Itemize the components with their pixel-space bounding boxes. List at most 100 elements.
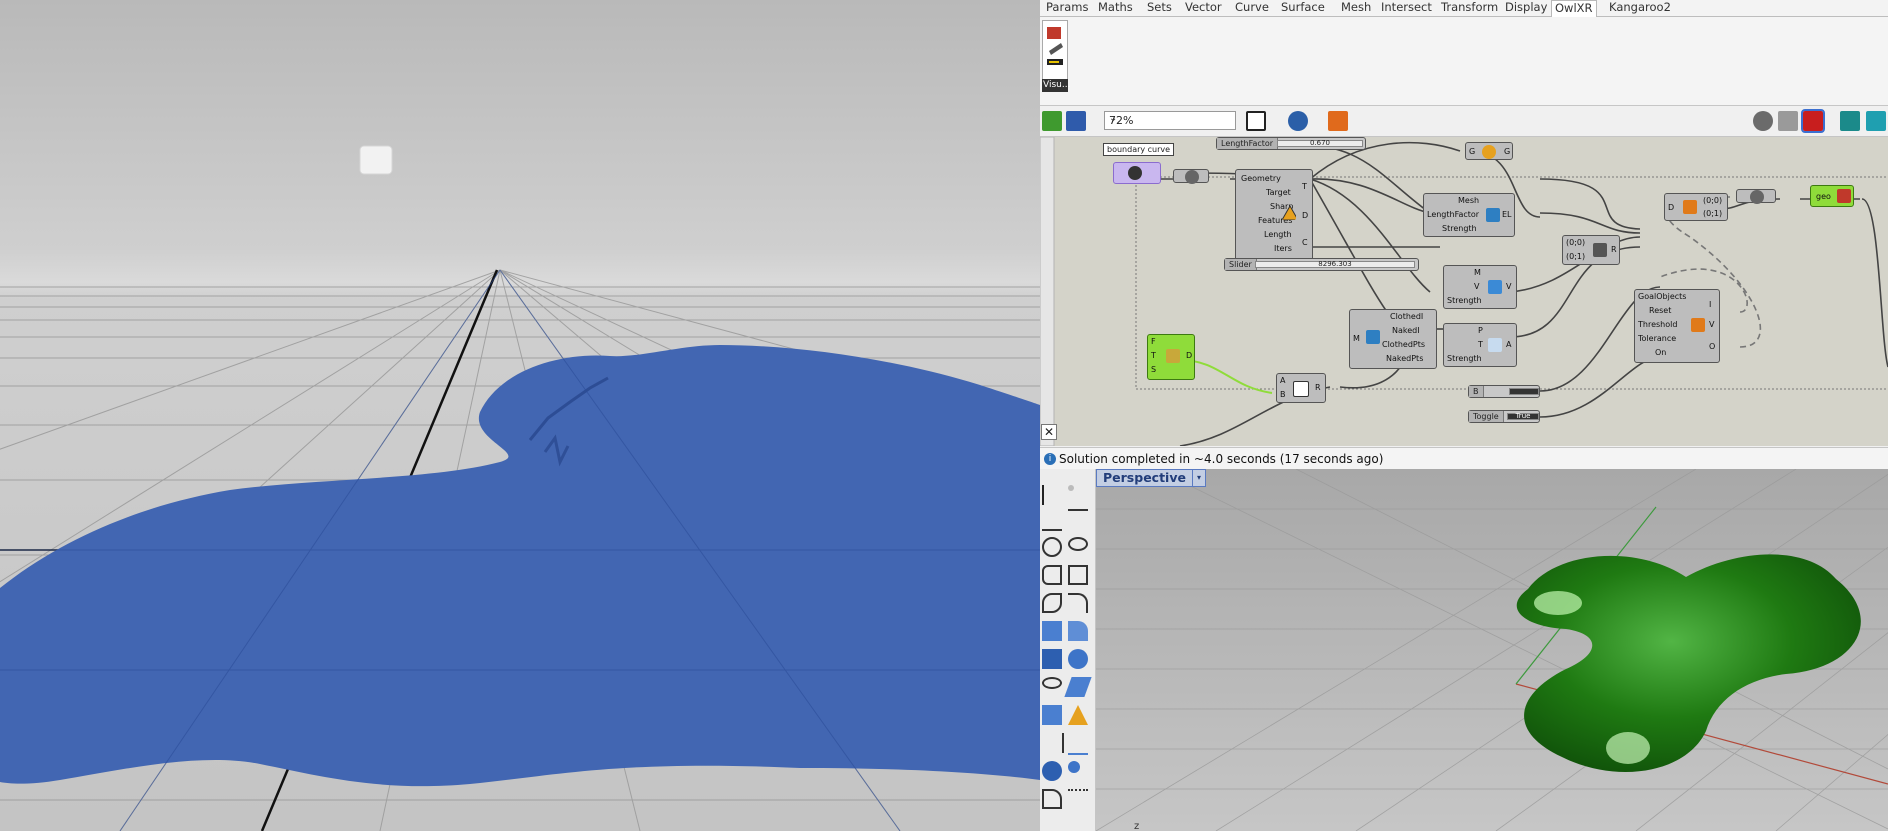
rhino-mesh-blob	[1516, 554, 1861, 772]
reset-button-label: B	[1469, 386, 1484, 397]
mesh-tools-icon[interactable]	[1042, 705, 1062, 725]
select-tool-icon[interactable]	[1042, 485, 1064, 505]
toggle-label: Toggle	[1469, 411, 1504, 422]
vr-mesh	[0, 345, 1040, 787]
boolean-tool-icon[interactable]	[1068, 649, 1088, 669]
tab-transform[interactable]: Transform	[1438, 0, 1501, 15]
main-slider[interactable]: Slider 8296.303	[1224, 258, 1419, 271]
preview-wire-icon[interactable]	[1778, 111, 1798, 131]
green-in-s: S	[1151, 365, 1157, 374]
tab-intersect[interactable]: Intersect	[1378, 0, 1435, 15]
cylinder-tool-icon[interactable]	[1042, 677, 1062, 689]
naked-out-clothedi: ClothedI	[1390, 312, 1424, 321]
anchor-icon	[1488, 338, 1502, 352]
volume-goal-component[interactable]: M V Strength V	[1443, 265, 1517, 309]
arc-tool-icon[interactable]	[1042, 565, 1062, 585]
list-item-component[interactable]: D (0;0) (0;1)	[1664, 193, 1728, 221]
zoom-extents-icon[interactable]	[1246, 111, 1266, 131]
remesher-component[interactable]: Geometry Target Sharp Features Length It…	[1235, 169, 1313, 261]
main-slider-track[interactable]: 8296.303	[1255, 261, 1415, 268]
anchor-goal-component[interactable]: P T Strength A	[1443, 323, 1517, 367]
polyline-tool-icon[interactable]	[1068, 509, 1088, 531]
tab-surface[interactable]: Surface	[1278, 0, 1328, 15]
perspective-tab[interactable]: Perspective ▾	[1096, 469, 1206, 487]
preview-eye-icon[interactable]	[1288, 111, 1308, 131]
tab-mesh[interactable]: Mesh	[1338, 0, 1374, 15]
perspective-scene: z	[1096, 469, 1888, 831]
tab-owlxr[interactable]: OwlXR	[1551, 0, 1597, 17]
circle-tool-icon[interactable]	[1042, 537, 1062, 557]
remesher-out-t: T	[1302, 182, 1307, 191]
align-tool-icon[interactable]	[1068, 733, 1088, 755]
gg-component[interactable]: G G	[1465, 142, 1513, 160]
reset-button-face[interactable]	[1509, 388, 1539, 395]
analyze-tool-icon[interactable]	[1042, 761, 1062, 781]
naked-vertices-component[interactable]: M ClothedI NakedI ClothedPts NakedPts	[1349, 309, 1437, 369]
tab-kangaroo2[interactable]: Kangaroo2	[1606, 0, 1674, 15]
length-factor-track[interactable]: 0.670	[1277, 140, 1363, 147]
kangaroo-solver-component[interactable]: GoalObjects Reset Threshold Tolerance On…	[1634, 289, 1720, 363]
remesher-icon	[1282, 206, 1296, 220]
point-tool-icon[interactable]	[1068, 485, 1074, 491]
visualize-component-button[interactable]: Visu...	[1042, 20, 1070, 92]
ellipse-tool-icon[interactable]	[1068, 537, 1088, 551]
explode-tool-icon[interactable]	[1068, 705, 1088, 725]
multiply-out-r: R	[1315, 383, 1321, 392]
gg-icon	[1482, 145, 1496, 159]
zoom-combo[interactable]: 72% ⌄	[1104, 111, 1236, 130]
info-icon: i	[1044, 453, 1056, 465]
perspective-viewport[interactable]: z Perspective ▾	[1096, 469, 1888, 831]
vr-viewport[interactable]	[0, 0, 1040, 831]
green-points-component[interactable]: F T S D	[1147, 334, 1195, 380]
grasshopper-panel: Params Maths Sets Vector Curve Surface M…	[1040, 0, 1888, 469]
render-tool-icon[interactable]	[1068, 761, 1080, 773]
multiply-component[interactable]: A B R	[1276, 373, 1326, 403]
tab-sets[interactable]: Sets	[1144, 0, 1175, 15]
rectangle-tool-icon[interactable]	[1068, 565, 1088, 585]
tab-maths[interactable]: Maths	[1095, 0, 1136, 15]
naked-in-m: M	[1353, 334, 1360, 343]
box-tool-icon[interactable]	[1042, 649, 1062, 669]
transform-tool-icon[interactable]	[1042, 733, 1064, 753]
preview-selected-icon[interactable]	[1801, 109, 1825, 133]
bake-icon[interactable]	[1840, 111, 1860, 131]
mesh-tool-icon[interactable]	[1064, 677, 1092, 697]
solver-out-v: V	[1709, 320, 1715, 329]
blend-tool-icon[interactable]	[1068, 789, 1088, 811]
gg-out: G	[1504, 147, 1511, 156]
grasshopper-canvas[interactable]: boundary curve LengthFactor 0.670 Geomet…	[1040, 137, 1888, 446]
geo-output-component[interactable]: geo	[1810, 185, 1854, 207]
reset-button[interactable]: B	[1468, 385, 1540, 398]
on-toggle[interactable]: Toggle True	[1468, 410, 1540, 423]
relay-component[interactable]	[1173, 169, 1209, 184]
open-file-icon[interactable]	[1042, 111, 1062, 131]
merge-tree-component[interactable]: (0;0) (0;1) R	[1562, 235, 1620, 265]
sketch-icon[interactable]	[1328, 111, 1348, 131]
bake-more-icon[interactable]	[1866, 111, 1886, 131]
relay-component-2[interactable]	[1736, 189, 1776, 204]
close-icon[interactable]: ✕	[1041, 424, 1057, 440]
length-goal-out-el: EL	[1502, 210, 1512, 219]
toggle-value-face[interactable]: True	[1507, 413, 1539, 420]
length-goal-component[interactable]: Mesh LengthFactor Strength EL	[1423, 193, 1515, 237]
curve-tool-icon[interactable]	[1068, 593, 1088, 613]
tab-curve[interactable]: Curve	[1232, 0, 1272, 15]
boundary-curve-param[interactable]	[1113, 162, 1161, 184]
boundary-curve-tooltip: boundary curve	[1103, 143, 1175, 156]
line-tool-icon[interactable]	[1042, 509, 1062, 531]
anchor-in-t: T	[1478, 340, 1483, 349]
surface-tool-icon[interactable]	[1042, 621, 1062, 641]
tab-vector[interactable]: Vector	[1182, 0, 1225, 15]
tab-display[interactable]: Display	[1502, 0, 1550, 15]
fillet-tool-icon[interactable]	[1042, 789, 1062, 809]
polygon-tool-icon[interactable]	[1042, 593, 1062, 613]
save-file-icon[interactable]	[1066, 111, 1086, 131]
viewport-menu-chevron-icon[interactable]: ▾	[1191, 469, 1206, 487]
green-in-f: F	[1151, 337, 1156, 346]
length-goal-in-strength: Strength	[1442, 224, 1477, 233]
surface-curve-tool-icon[interactable]	[1068, 621, 1088, 641]
z-axis-label: z	[1134, 821, 1139, 831]
length-factor-slider[interactable]: LengthFactor 0.670	[1216, 137, 1366, 150]
tab-params[interactable]: Params	[1043, 0, 1091, 15]
preview-shaded-icon[interactable]	[1753, 111, 1773, 131]
